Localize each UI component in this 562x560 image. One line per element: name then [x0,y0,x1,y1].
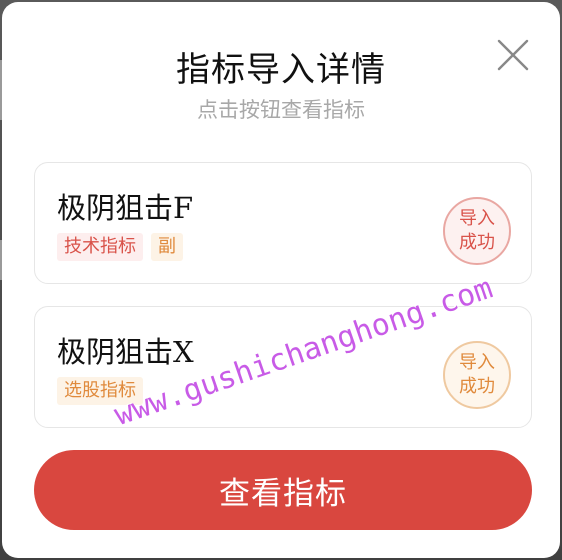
stamp-line: 导入 [459,208,495,229]
dialog-title: 指标导入详情 [176,50,386,90]
indicator-tags: 选股指标 [57,377,143,405]
indicator-name: 极阴狙击X [57,335,194,369]
indicator-card: 极阴狙击F 技术指标 副 导入 成功 [34,162,532,284]
close-icon [497,39,529,71]
stamp-line: 成功 [459,232,495,253]
close-button[interactable] [494,36,532,74]
indicator-tag: 技术指标 [57,233,143,261]
import-success-stamp: 导入 成功 [443,197,511,265]
indicator-tags: 技术指标 副 [57,233,183,261]
indicator-name: 极阴狙击F [57,191,194,225]
stamp-line: 导入 [459,352,495,373]
indicator-tag: 副 [151,233,183,261]
indicator-card: 极阴狙击X 选股指标 导入 成功 [34,306,532,428]
dialog-subtitle: 点击按钮查看指标 [197,98,365,122]
indicator-tag: 选股指标 [57,377,143,405]
import-details-dialog: 指标导入详情 点击按钮查看指标 极阴狙击F 技术指标 副 导入 成功 极阴狙击X… [2,2,560,558]
import-success-stamp: 导入 成功 [443,341,511,409]
view-indicators-button[interactable]: 查看指标 [34,450,532,530]
stamp-line: 成功 [459,376,495,397]
